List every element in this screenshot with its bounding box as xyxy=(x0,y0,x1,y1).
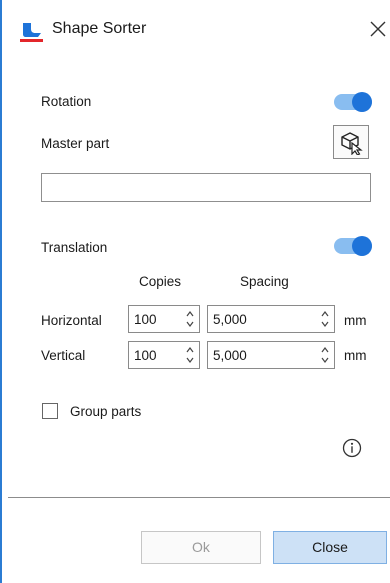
rotation-label: Rotation xyxy=(41,94,92,109)
info-icon[interactable] xyxy=(342,438,362,458)
group-parts-label[interactable]: Group parts xyxy=(70,404,141,419)
app-logo-icon xyxy=(20,23,43,42)
translation-label: Translation xyxy=(41,240,108,255)
master-part-label: Master part xyxy=(41,136,110,151)
rotation-toggle-knob xyxy=(352,92,372,112)
spinner-arrows-icon[interactable] xyxy=(185,345,195,365)
master-part-field[interactable] xyxy=(41,173,371,202)
close-button[interactable]: Close xyxy=(273,531,387,564)
cube-select-icon xyxy=(341,132,363,155)
vertical-label: Vertical xyxy=(41,348,86,363)
vertical-spacing-value: 5,000 xyxy=(213,348,247,363)
horizontal-copies-spinner[interactable]: 100 xyxy=(128,305,200,333)
dialog-title: Shape Sorter xyxy=(52,20,147,37)
group-parts-checkbox[interactable] xyxy=(42,403,58,419)
vertical-spacing-spinner[interactable]: 5,000 xyxy=(207,341,335,369)
spinner-arrows-icon[interactable] xyxy=(185,309,195,329)
translation-toggle[interactable] xyxy=(334,236,372,256)
spinner-arrows-icon[interactable] xyxy=(320,309,330,329)
vertical-copies-value: 100 xyxy=(134,348,157,363)
spacing-column-header: Spacing xyxy=(240,274,289,289)
translation-toggle-knob xyxy=(352,236,372,256)
close-icon[interactable] xyxy=(369,20,387,38)
horizontal-spacing-spinner[interactable]: 5,000 xyxy=(207,305,335,333)
ok-button[interactable]: Ok xyxy=(141,531,261,564)
footer-divider xyxy=(8,497,390,498)
horizontal-unit: mm xyxy=(344,313,367,328)
vertical-copies-spinner[interactable]: 100 xyxy=(128,341,200,369)
rotation-toggle[interactable] xyxy=(334,92,372,112)
window-left-border xyxy=(0,0,2,583)
vertical-unit: mm xyxy=(344,348,367,363)
copies-column-header: Copies xyxy=(139,274,182,289)
horizontal-spacing-value: 5,000 xyxy=(213,312,247,327)
horizontal-label: Horizontal xyxy=(41,313,102,328)
spinner-arrows-icon[interactable] xyxy=(320,345,330,365)
select-master-part-button[interactable] xyxy=(333,125,369,159)
horizontal-copies-value: 100 xyxy=(134,312,157,327)
